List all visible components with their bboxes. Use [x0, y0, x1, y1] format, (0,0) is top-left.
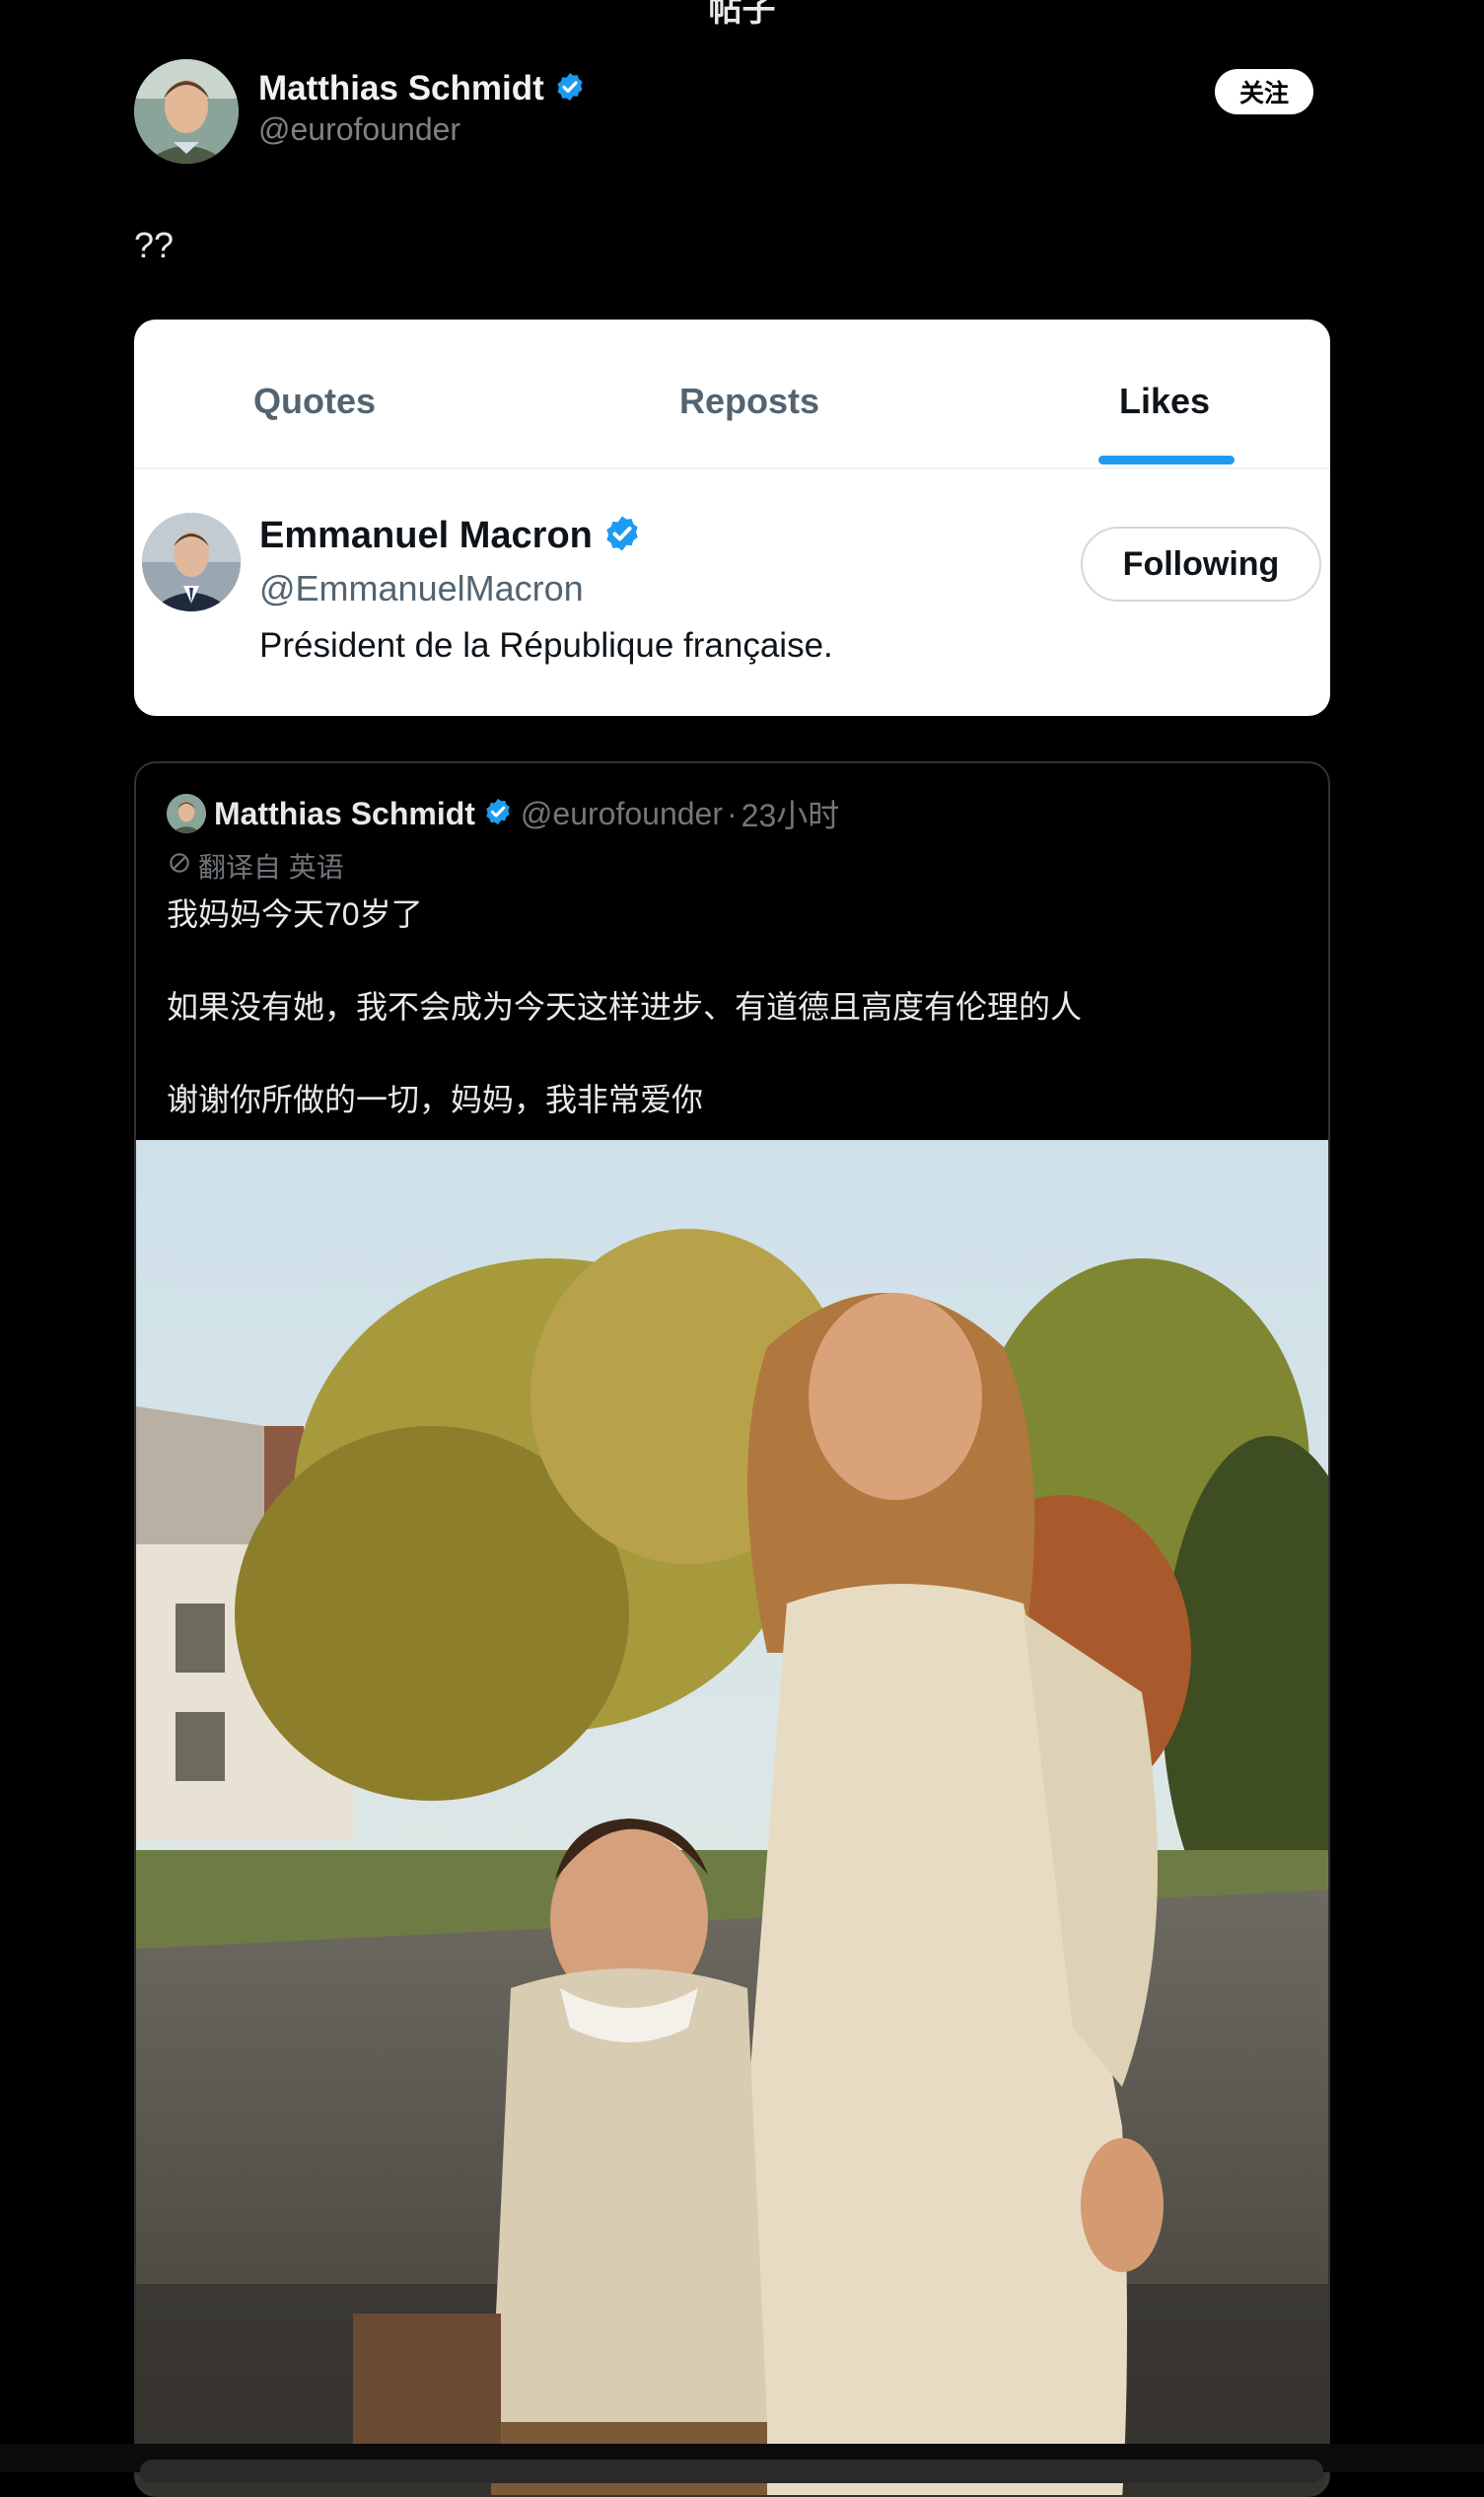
- bottom-input-bar[interactable]: [140, 2460, 1323, 2483]
- translation-note-text: 翻译自 英语: [198, 852, 344, 883]
- quoted-author-name: Matthias Schmidt: [214, 795, 475, 831]
- quoted-timestamp: 23小时: [741, 798, 840, 833]
- page-title: 帖子: [708, 0, 776, 29]
- user-avatar[interactable]: [142, 513, 241, 611]
- quoted-text-line: 我妈妈今天70岁了: [167, 896, 423, 932]
- translate-icon: [167, 850, 192, 883]
- follow-button[interactable]: 关注: [1215, 69, 1313, 114]
- verified-badge-icon: [554, 71, 586, 107]
- verified-badge-icon: [483, 797, 513, 831]
- user-bio: Président de la République française.: [259, 626, 833, 665]
- tab-quotes[interactable]: Quotes: [253, 381, 376, 422]
- quoted-text-line: 谢谢你所做的一切，妈妈，我非常爱你: [167, 1082, 704, 1117]
- post-text: ??: [134, 225, 175, 265]
- quoted-text-line: 如果没有她，我不会成为今天这样进步、有道德且高度有伦理的人: [167, 989, 1083, 1025]
- author-handle: @eurofounder: [258, 111, 461, 147]
- user-name-row: Emmanuel Macron: [259, 514, 642, 558]
- quoted-author-avatar: [167, 794, 206, 833]
- user-name[interactable]: Emmanuel Macron: [259, 515, 593, 557]
- tab-reposts[interactable]: Reposts: [679, 381, 819, 422]
- embedded-screenshot-card: Quotes Reposts Likes Emmanuel Macron @Em…: [134, 320, 1330, 716]
- author-name[interactable]: Matthias Schmidt: [258, 69, 544, 108]
- tweet-photo[interactable]: [136, 1140, 1328, 2495]
- following-button[interactable]: Following: [1081, 527, 1321, 602]
- quoted-tweet[interactable]: Matthias Schmidt @eurofounder · 23小时 翻译自 英…: [134, 761, 1330, 2497]
- separator-dot: ·: [726, 795, 738, 831]
- active-tab-indicator: [1098, 456, 1235, 464]
- user-handle: @EmmanuelMacron: [259, 568, 584, 608]
- author-avatar[interactable]: [134, 59, 239, 164]
- tab-divider: [134, 467, 1330, 469]
- tab-likes[interactable]: Likes: [1119, 381, 1210, 422]
- verified-badge-icon: [602, 514, 642, 558]
- quoted-header: Matthias Schmidt @eurofounder · 23小时: [214, 791, 839, 836]
- quoted-author-handle: @eurofounder: [520, 795, 723, 831]
- author-name-row: Matthias Schmidt: [258, 69, 586, 108]
- translation-note[interactable]: 翻译自 英语: [167, 846, 344, 886]
